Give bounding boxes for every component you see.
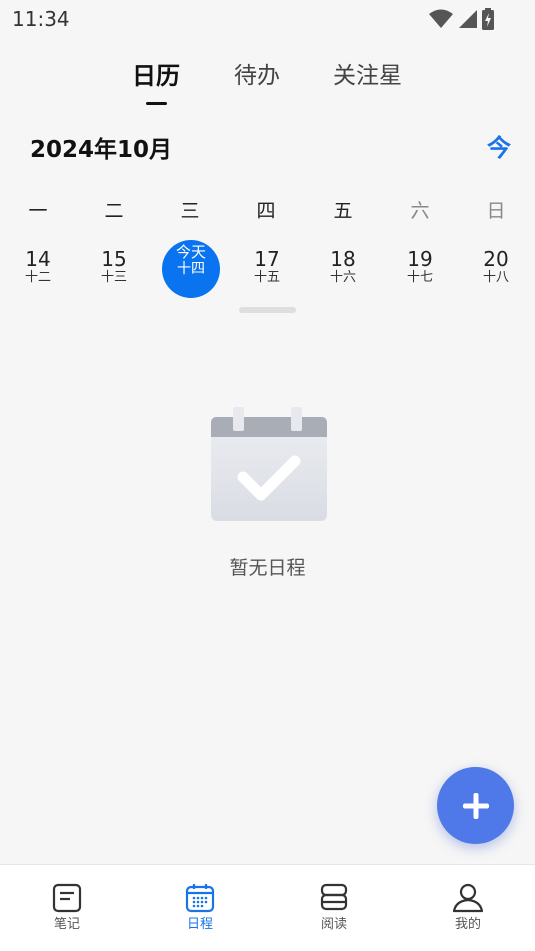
weekday-sun: 日	[486, 200, 506, 222]
date-cell[interactable]: 14 十二	[8, 242, 68, 300]
wifi-icon	[429, 9, 453, 28]
date-lunar: 十二	[24, 270, 51, 285]
bottom-nav: 笔记 日程 阅读 我的	[0, 864, 535, 951]
status-time: 11:34	[12, 7, 70, 31]
tab-follow-star[interactable]: 关注星	[333, 56, 402, 90]
date-day: 今天	[175, 243, 206, 261]
date-row: 14 十二 15 十三 今天 十四 17 十五 18 十六 19 十七 20 十…	[0, 240, 535, 302]
user-icon	[452, 883, 484, 913]
date-day: 15	[101, 247, 127, 271]
note-icon	[52, 883, 82, 913]
weekday-thu: 四	[256, 200, 276, 222]
weekday-row: 一 二 三 四 五 六 日	[0, 196, 535, 222]
date-day: 20	[483, 247, 509, 271]
nav-item-notes[interactable]: 笔记	[27, 883, 107, 932]
screen: 11:34 日历 待办 关注星 2024年10月 今 一 二 三 四 五 六 日…	[0, 0, 535, 951]
date-cell[interactable]: 17 十五	[237, 242, 297, 300]
date-cell[interactable]: 18 十六	[313, 242, 373, 300]
date-lunar: 十五	[253, 270, 280, 285]
weekday-sat: 六	[410, 200, 430, 222]
month-title[interactable]: 2024年10月	[30, 130, 172, 164]
date-day: 18	[330, 247, 356, 271]
battery-icon	[482, 8, 494, 30]
date-cell[interactable]: 15 十三	[84, 242, 144, 300]
date-day: 19	[407, 247, 433, 271]
weekday-mon: 一	[28, 200, 48, 222]
plus-icon	[462, 792, 489, 819]
calendar-check-icon	[211, 407, 327, 521]
status-icons	[429, 8, 495, 30]
nav-item-reading[interactable]: 阅读	[294, 883, 374, 932]
weekday-wed: 三	[180, 200, 200, 222]
date-day: 14	[25, 247, 51, 271]
top-tabs: 日历 待办 关注星	[0, 56, 535, 112]
tab-calendar[interactable]: 日历	[132, 56, 180, 91]
status-bar: 11:34	[0, 0, 535, 38]
add-schedule-button[interactable]	[437, 767, 514, 844]
date-lunar: 十七	[406, 270, 433, 285]
date-cell[interactable]: 20 十八	[466, 242, 526, 300]
nav-item-mine[interactable]: 我的	[428, 883, 508, 932]
today-button[interactable]: 今	[487, 128, 511, 163]
date-lunar: 十三	[100, 270, 127, 285]
nav-label: 阅读	[320, 917, 347, 932]
nav-label: 我的	[454, 917, 481, 932]
tab-indicator	[146, 102, 167, 105]
nav-item-schedule[interactable]: 日程	[160, 883, 240, 932]
date-cell[interactable]: 19 十七	[390, 242, 450, 300]
date-lunar: 十八	[482, 270, 509, 285]
nav-label: 日程	[186, 917, 213, 932]
signal-icon	[459, 10, 477, 28]
nav-label: 笔记	[53, 917, 80, 932]
weekday-tue: 二	[104, 200, 124, 222]
date-day: 17	[254, 247, 280, 271]
tab-todo[interactable]: 待办	[234, 56, 280, 90]
empty-state-text: 暂无日程	[229, 557, 306, 579]
date-lunar: 十四	[177, 261, 205, 277]
expand-drag-handle[interactable]	[239, 307, 296, 313]
weekday-fri: 五	[333, 200, 353, 222]
calendar-icon	[185, 884, 215, 913]
date-lunar: 十六	[329, 270, 356, 285]
book-icon	[320, 883, 348, 911]
date-cell-today-selected[interactable]: 今天 十四	[162, 240, 220, 298]
